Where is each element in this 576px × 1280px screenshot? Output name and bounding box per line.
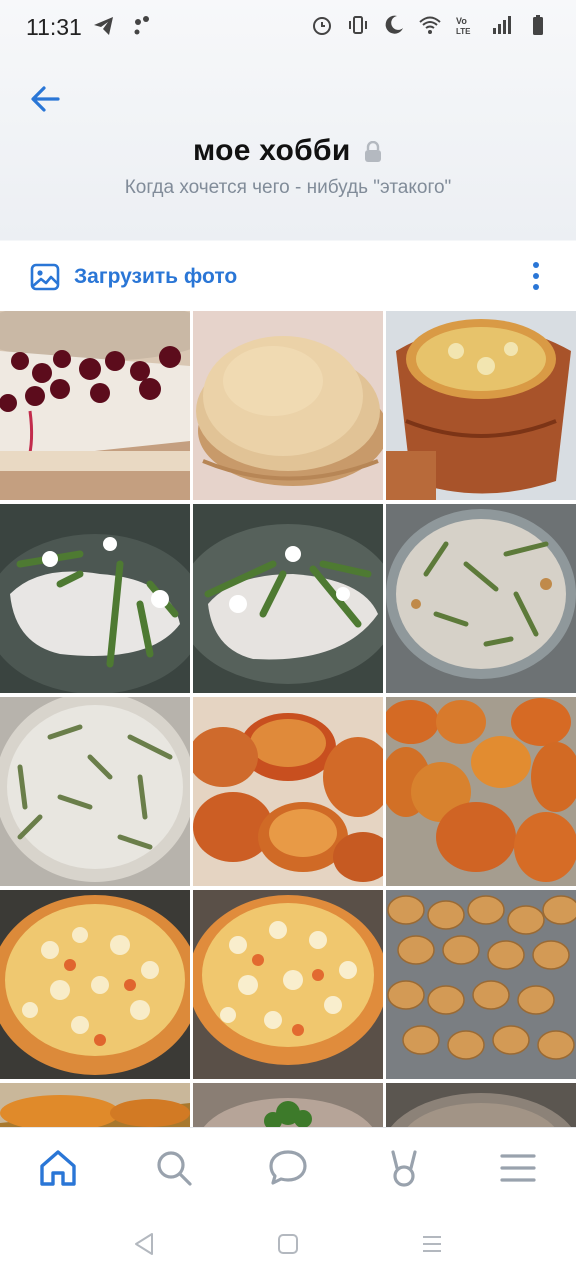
album-title: мое хобби	[192, 134, 351, 167]
telegram-icon	[94, 17, 113, 35]
album-description: Когда хочется чего - нибудь "этакого"	[124, 177, 452, 198]
back-nav-icon[interactable]	[130, 1229, 160, 1259]
vibrate-icon	[349, 16, 367, 34]
status-bar: 11:31 Vo LTE	[0, 0, 576, 54]
more-options-icon[interactable]	[530, 262, 542, 292]
upload-photo-button[interactable]: Загрузить фото	[30, 262, 237, 292]
photo-tile[interactable]	[0, 697, 190, 886]
lock-icon	[365, 140, 382, 162]
home-nav-icon[interactable]	[273, 1229, 303, 1259]
bottom-navigation	[0, 1127, 576, 1207]
battery-icon	[533, 15, 543, 35]
search-icon[interactable]	[152, 1146, 196, 1190]
back-arrow-icon[interactable]	[26, 80, 64, 118]
system-navigation-bar	[0, 1207, 576, 1280]
photo-tile[interactable]	[0, 890, 190, 1079]
photo-tile[interactable]	[0, 504, 190, 693]
photo-tile[interactable]	[386, 504, 576, 693]
alarm-icon	[313, 17, 331, 35]
menu-icon[interactable]	[496, 1146, 540, 1190]
photo-tile[interactable]	[386, 890, 576, 1079]
moon-icon	[385, 15, 403, 34]
photo-tile[interactable]	[193, 1083, 383, 1127]
upload-photo-label: Загрузить фото	[74, 265, 238, 288]
photo-tile[interactable]	[193, 697, 383, 886]
signal-icon	[493, 16, 511, 34]
wifi-icon	[419, 16, 441, 34]
home-icon[interactable]	[36, 1146, 80, 1190]
messages-icon[interactable]	[266, 1146, 310, 1190]
photo-tile[interactable]	[0, 311, 190, 500]
recents-nav-icon[interactable]	[417, 1229, 447, 1259]
photo-tile[interactable]	[193, 311, 383, 500]
photo-tile[interactable]	[193, 504, 383, 693]
photo-tile[interactable]	[0, 1083, 190, 1127]
photo-grid	[0, 311, 576, 1127]
image-icon	[30, 263, 60, 291]
photo-tile[interactable]	[386, 311, 576, 500]
services-icon[interactable]	[382, 1146, 426, 1190]
status-time: 11:31	[26, 14, 82, 40]
svg-text:LTE: LTE	[456, 27, 471, 36]
svg-text:Vo: Vo	[456, 16, 467, 26]
photo-tile[interactable]	[386, 1083, 576, 1127]
photo-tile[interactable]	[193, 890, 383, 1079]
volte-icon: VoLTE	[456, 16, 471, 36]
album-header: мое хобби	[0, 134, 576, 168]
photo-tile[interactable]	[386, 697, 576, 886]
notification-icon	[134, 16, 149, 35]
